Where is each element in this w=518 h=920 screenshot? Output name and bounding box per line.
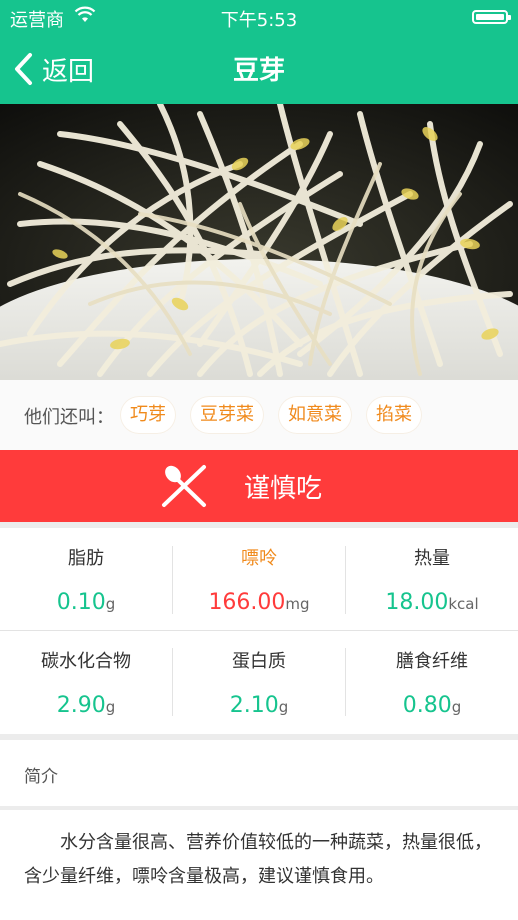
nutrient-value: 2.10 <box>229 693 279 718</box>
alias-tag: 掐菜 <box>366 396 422 434</box>
nutrition-grid: 脂肪 0.10g 嘌呤 166.00mg 热量 18.00kcal 碳水化合物 … <box>0 528 518 734</box>
alias-tag: 巧芽 <box>120 396 176 434</box>
nutrition-item-purine: 嘌呤 166.00mg <box>173 528 345 630</box>
nutrient-value-row: 18.00kcal <box>346 590 518 615</box>
nutrient-unit: mg <box>285 595 310 613</box>
intro-heading: 简介 <box>24 767 58 787</box>
nutrient-name: 热量 <box>414 548 450 569</box>
eating-advice-banner: 谨慎吃 <box>0 450 518 522</box>
top-bar: 运营商 下午5:53 返回 豆芽 <box>0 0 518 104</box>
nutrient-value: 0.10 <box>56 590 106 615</box>
nutrient-unit: g <box>278 698 289 716</box>
nutrient-name: 膳食纤维 <box>396 651 468 672</box>
battery-icon <box>472 10 511 24</box>
divider <box>345 648 346 716</box>
alias-section: 他们还叫： 巧芽 豆芽菜 如意菜 掐菜 <box>0 380 518 450</box>
nutrient-value: 0.80 <box>402 693 452 718</box>
nutrition-item-protein: 蛋白质 2.10g <box>173 631 345 733</box>
intro-text: 水分含量很高、营养价值较低的一种蔬菜，热量很低，含少量纤维，嘌呤含量极高，建议谨… <box>24 832 492 887</box>
alias-tags: 巧芽 豆芽菜 如意菜 掐菜 <box>120 396 436 434</box>
nutrient-unit: g <box>451 698 462 716</box>
status-bar: 运营商 下午5:53 <box>0 0 518 34</box>
intro-header: 简介 <box>0 740 518 807</box>
nutrient-value-row: 2.90g <box>0 693 172 718</box>
alias-tag: 如意菜 <box>278 396 352 434</box>
page-title: 豆芽 <box>232 56 285 86</box>
intro-body: 水分含量很高、营养价值较低的一种蔬菜，热量很低，含少量纤维，嘌呤含量极高，建议谨… <box>0 810 518 920</box>
nutrient-unit: g <box>105 698 116 716</box>
nutrient-name: 碳水化合物 <box>41 651 131 672</box>
nutrient-value-row: 166.00mg <box>173 590 345 615</box>
nutrient-value-row: 0.10g <box>0 590 172 615</box>
food-photo <box>0 104 518 380</box>
nutrient-unit: kcal <box>448 595 479 613</box>
nutrition-item-calories: 热量 18.00kcal <box>346 528 518 630</box>
nutrition-item-fiber: 膳食纤维 0.80g <box>346 631 518 733</box>
nutrient-value: 166.00 <box>208 590 286 615</box>
alias-tag: 豆芽菜 <box>190 396 264 434</box>
eating-advice-label: 谨慎吃 <box>244 474 323 504</box>
nutrient-name: 嘌呤 <box>241 548 277 569</box>
divider <box>0 630 518 631</box>
nutrient-value: 2.90 <box>56 693 106 718</box>
nutrient-value: 18.00 <box>385 590 449 615</box>
divider <box>172 546 173 614</box>
divider <box>345 546 346 614</box>
nutrition-item-fat: 脂肪 0.10g <box>0 528 172 630</box>
nutrient-value-row: 0.80g <box>346 693 518 718</box>
nutrient-value-row: 2.10g <box>173 693 345 718</box>
divider <box>172 648 173 716</box>
clock: 下午5:53 <box>220 10 298 31</box>
nutrition-item-carbohydrate: 碳水化合物 2.90g <box>0 631 172 733</box>
alias-label: 他们还叫： <box>24 407 114 428</box>
spoon-fork-icon <box>162 465 206 507</box>
navigation-bar: 返回 豆芽 <box>0 34 518 104</box>
nutrient-name: 脂肪 <box>68 548 104 569</box>
nutrient-name: 蛋白质 <box>232 651 286 672</box>
nutrient-unit: g <box>105 595 116 613</box>
